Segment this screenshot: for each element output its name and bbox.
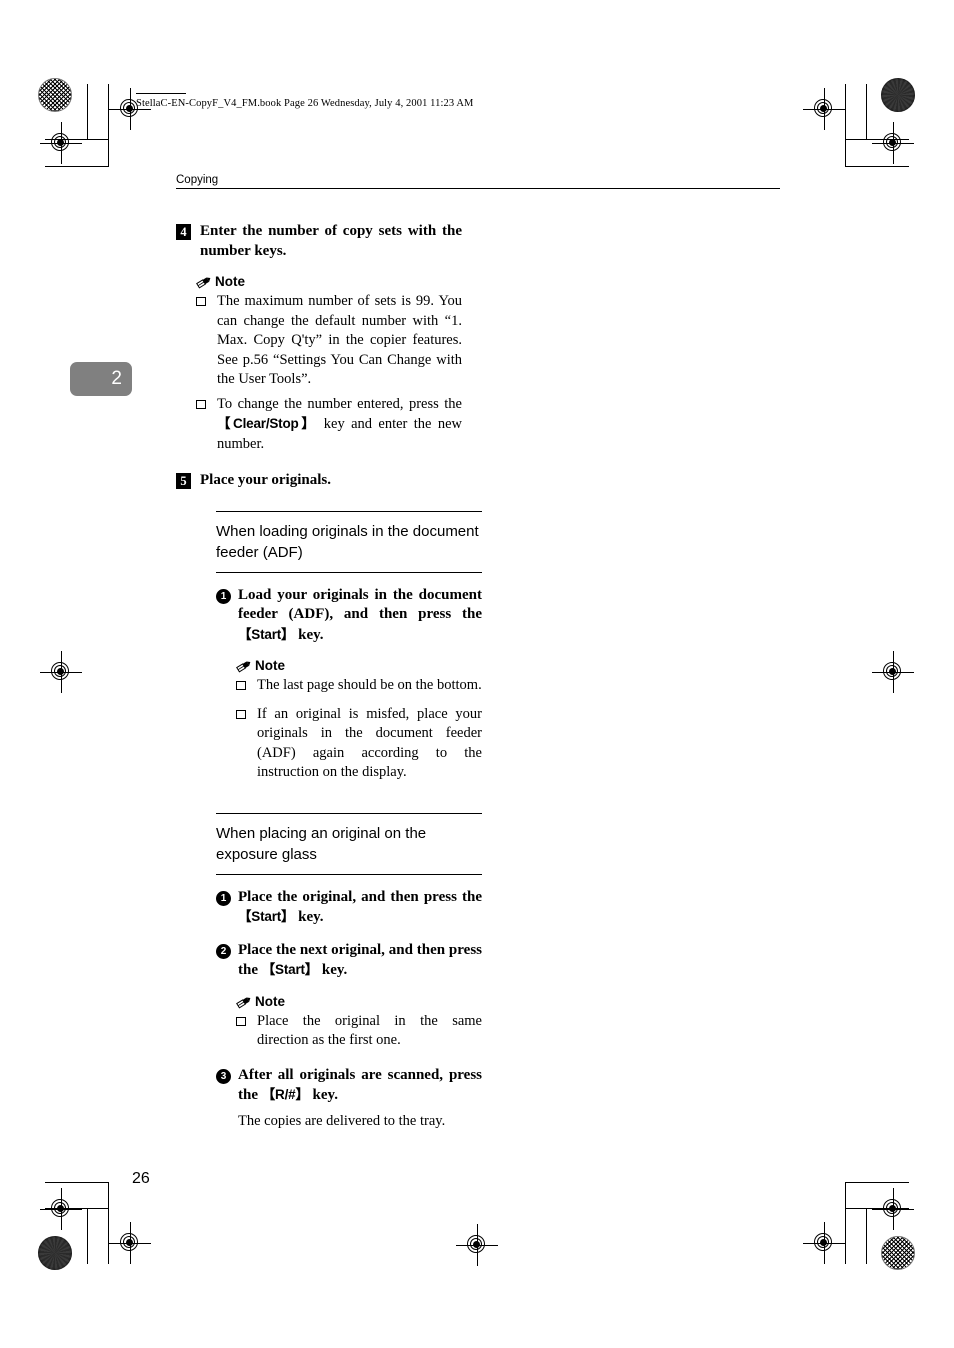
box-bullet-icon bbox=[236, 681, 246, 690]
crop-mark-line bbox=[845, 166, 909, 167]
section-rule-bottom bbox=[216, 873, 482, 875]
crop-mark-line bbox=[87, 1208, 88, 1264]
density-patch-icon bbox=[881, 78, 915, 112]
substep-text-after: key. bbox=[294, 626, 324, 643]
section-exposure-glass-title: When placing an original on the exposure… bbox=[216, 824, 427, 863]
registration-target-icon bbox=[872, 651, 914, 693]
substep-text-after: key. bbox=[308, 1087, 338, 1103]
registration-target-icon bbox=[803, 88, 845, 130]
substep-3: 3 After all originals are scanned, press… bbox=[216, 1066, 482, 1132]
substep-text-before: Place the original, and then press the bbox=[238, 888, 482, 905]
key-label-start: 【Start】 bbox=[261, 962, 319, 977]
note-list: The last page should be on the bottom. I… bbox=[236, 676, 482, 783]
registration-target-icon bbox=[40, 651, 82, 693]
substep-3-number: 3 bbox=[216, 1068, 231, 1084]
substep-2-text: Place the next original, and then press … bbox=[238, 941, 482, 981]
registration-target-icon bbox=[872, 122, 914, 164]
crop-mark-line bbox=[87, 84, 88, 140]
note-label: Note bbox=[255, 658, 285, 673]
crop-mark-line bbox=[845, 84, 846, 166]
density-patch-icon bbox=[881, 1236, 915, 1270]
crop-mark-line bbox=[866, 1208, 867, 1264]
substep-1-text: Load your originals in the document feed… bbox=[238, 586, 482, 646]
substep-text-after: key. bbox=[318, 962, 348, 978]
note-item: To change the number entered, press the … bbox=[196, 395, 462, 455]
registration-target-icon bbox=[803, 1222, 845, 1264]
note-heading: Note bbox=[196, 274, 462, 290]
note-item: If an original is misfed, place your ori… bbox=[236, 705, 482, 783]
substep-text-after: key. bbox=[294, 909, 324, 925]
crop-mark-line bbox=[845, 1182, 846, 1264]
note-list: Place the original in the same direction… bbox=[236, 1012, 482, 1051]
file-header-rule bbox=[136, 93, 186, 94]
box-bullet-icon bbox=[236, 1016, 246, 1026]
registration-target-icon bbox=[109, 1222, 151, 1264]
step-4-text: Enter the number of copy sets with the n… bbox=[200, 223, 462, 259]
step-4-number: 4 bbox=[176, 224, 191, 240]
crop-mark-line bbox=[866, 84, 867, 140]
note-block-exposure-glass: Note Place the original in the same dire… bbox=[216, 994, 482, 1051]
closing-paragraph: The copies are delivered to the tray. bbox=[238, 1112, 446, 1129]
file-header-text: StellaC-EN-CopyF_V4_FM.book Page 26 Wedn… bbox=[136, 98, 474, 109]
note-label: Note bbox=[255, 993, 285, 1009]
note-item: Place the original in the same direction… bbox=[236, 1012, 482, 1051]
note-heading: Note bbox=[236, 994, 482, 1010]
note-item-text-before: To change the number entered, press the bbox=[217, 395, 462, 412]
pencil-icon bbox=[196, 275, 212, 289]
section-adf-title: When loading originals in the document f… bbox=[216, 522, 479, 561]
key-label-start: 【Start】 bbox=[238, 626, 295, 642]
content-column: 4 Enter the number of copy sets with the… bbox=[176, 222, 482, 1131]
substep-1: 1 Load your originals in the document fe… bbox=[216, 586, 482, 646]
step-5: 5 Place your originals. bbox=[176, 471, 462, 491]
note-heading: Note bbox=[236, 658, 482, 674]
step-4: 4 Enter the number of copy sets with the… bbox=[176, 222, 462, 261]
note-item-text: If an original is misfed, place your ori… bbox=[257, 705, 482, 781]
key-label-start: 【Start】 bbox=[238, 909, 295, 924]
running-head-rule bbox=[176, 188, 780, 189]
note-item-text: Place the original in the same direction… bbox=[257, 1012, 482, 1049]
pencil-icon bbox=[236, 995, 252, 1009]
key-label-clear-stop: 【Clear/Stop】 bbox=[217, 416, 318, 431]
substep-1: 1 Place the original, and then press the… bbox=[216, 888, 482, 928]
substep-1-number: 1 bbox=[216, 588, 231, 604]
section-exposure-glass: When placing an original on the exposure… bbox=[196, 812, 482, 1132]
substep-3-text: After all originals are scanned, press t… bbox=[238, 1066, 482, 1106]
substep-1-text: Place the original, and then press the 【… bbox=[238, 888, 482, 928]
registration-target-icon bbox=[872, 1188, 914, 1230]
note-list: The maximum number of sets is 99. You ca… bbox=[196, 292, 462, 454]
note-item: The maximum number of sets is 99. You ca… bbox=[196, 292, 462, 390]
step-5-text: Place your originals. bbox=[200, 472, 331, 488]
note-item-text: The last page should be on the bottom. bbox=[257, 677, 482, 693]
key-label-r-hash: 【R/#】 bbox=[261, 1087, 309, 1102]
running-head: Copying bbox=[176, 174, 780, 189]
density-patch-icon bbox=[38, 1236, 72, 1270]
box-bullet-icon bbox=[236, 709, 246, 719]
note-label: Note bbox=[215, 274, 245, 289]
substep-2-number: 2 bbox=[216, 943, 231, 959]
box-bullet-icon bbox=[196, 399, 206, 409]
note-block-adf: Note The last page should be on the bott… bbox=[216, 658, 482, 783]
pencil-icon bbox=[236, 659, 252, 673]
substep-2: 2 Place the next original, and then pres… bbox=[216, 941, 482, 981]
page-number: 26 bbox=[132, 1170, 150, 1187]
chapter-tab: 2 bbox=[70, 362, 132, 396]
note-item: The last page should be on the bottom. bbox=[236, 676, 482, 696]
section-adf: When loading originals in the document f… bbox=[196, 510, 482, 783]
density-patch-icon bbox=[38, 78, 72, 112]
running-head-text: Copying bbox=[176, 174, 219, 186]
registration-target-icon bbox=[40, 1188, 82, 1230]
registration-target-icon bbox=[109, 88, 151, 130]
substep-1-number: 1 bbox=[216, 890, 231, 906]
crop-mark-line bbox=[45, 1182, 109, 1183]
step-5-number: 5 bbox=[176, 473, 191, 489]
section-rule-bottom bbox=[216, 571, 482, 573]
substep-text-before: Load your originals in the document feed… bbox=[238, 586, 482, 623]
note-block-step4: Note The maximum number of sets is 99. Y… bbox=[176, 274, 462, 454]
crop-mark-line bbox=[45, 166, 109, 167]
crop-mark-line bbox=[845, 1182, 909, 1183]
registration-target-icon bbox=[40, 122, 82, 164]
box-bullet-icon bbox=[196, 297, 206, 306]
registration-target-icon bbox=[456, 1224, 498, 1266]
note-item-text: The maximum number of sets is 99. You ca… bbox=[217, 293, 462, 387]
